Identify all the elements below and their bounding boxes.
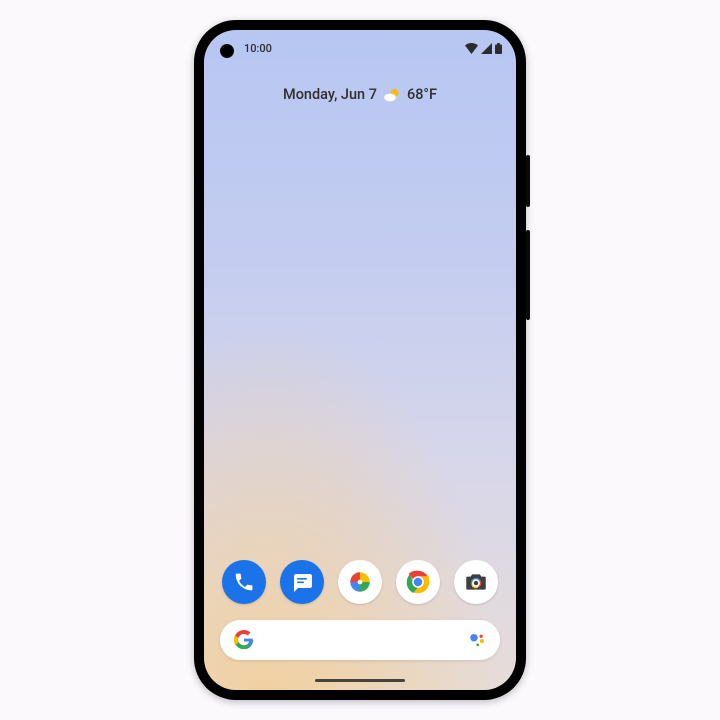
weather-partly-cloudy-icon (383, 87, 401, 103)
gesture-nav-handle[interactable] (315, 679, 405, 682)
home-screen[interactable]: 10:00 Monday, Jun 7 68°F (204, 30, 516, 690)
at-a-glance-widget[interactable]: Monday, Jun 7 68°F (204, 86, 516, 103)
wifi-icon (465, 43, 478, 54)
phone-frame: 10:00 Monday, Jun 7 68°F (194, 20, 526, 700)
date-text: Monday, Jun 7 (283, 86, 377, 103)
phone-app-icon[interactable] (222, 560, 266, 604)
status-icons (465, 43, 502, 54)
messages-app-icon[interactable] (280, 560, 324, 604)
google-g-icon (234, 630, 254, 650)
google-search-bar[interactable] (220, 620, 500, 660)
app-dock (204, 560, 516, 604)
volume-button[interactable] (526, 230, 530, 320)
chrome-app-icon[interactable] (396, 560, 440, 604)
temperature-text: 68°F (407, 86, 437, 103)
cellular-icon (481, 43, 492, 54)
google-assistant-icon[interactable] (468, 631, 486, 649)
camera-app-icon[interactable] (454, 560, 498, 604)
photos-app-icon[interactable] (338, 560, 382, 604)
power-button[interactable] (526, 155, 530, 207)
status-clock: 10:00 (244, 42, 272, 55)
battery-icon (495, 43, 502, 54)
status-bar: 10:00 (204, 42, 516, 55)
